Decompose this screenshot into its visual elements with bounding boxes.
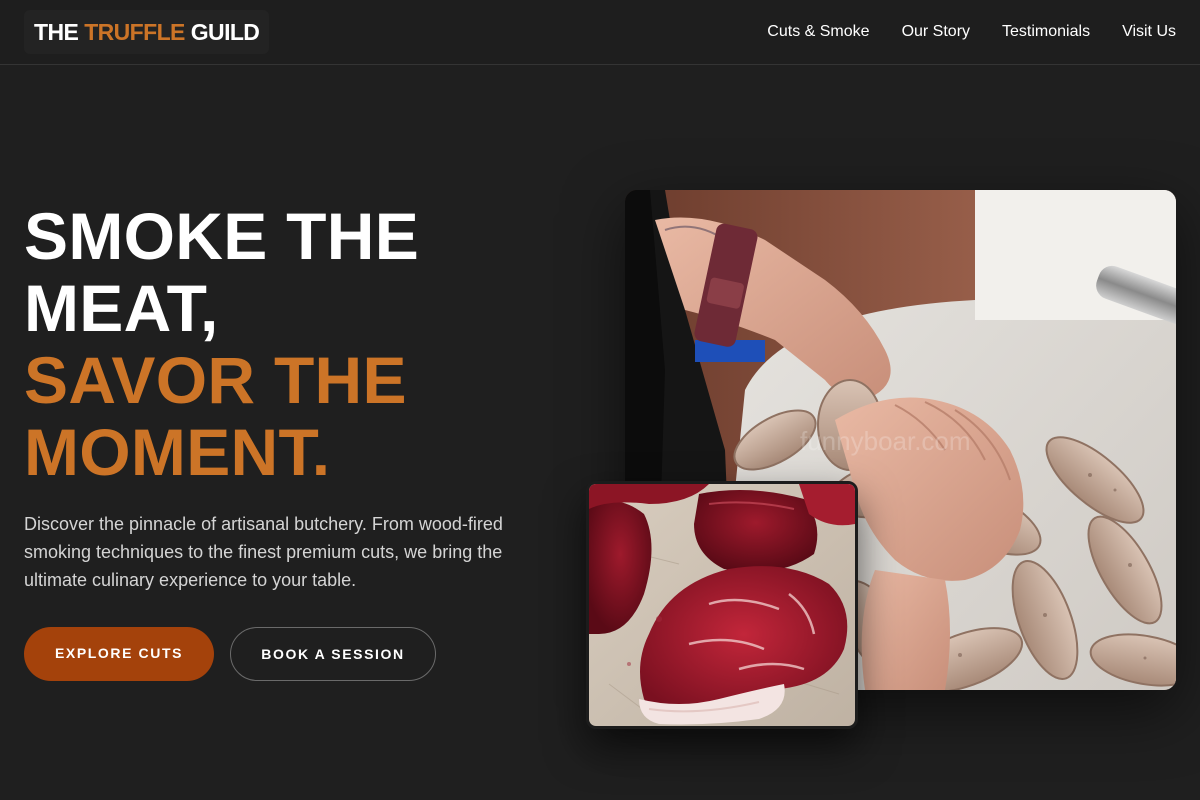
brand-logo[interactable]: THE TRUFFLE GUILD	[24, 10, 270, 54]
book-session-button[interactable]: BOOK A SESSION	[230, 627, 436, 681]
brand-word-guild: GUILD	[190, 18, 260, 45]
brand-word-truffle: TRUFFLE	[84, 18, 185, 45]
nav-link-testimonials[interactable]: Testimonials	[1002, 23, 1090, 41]
hero-description: Discover the pinnacle of artisanal butch…	[24, 514, 503, 590]
raw-beef-cuts-on-board-photo	[586, 481, 858, 729]
hero-title-line-1: SMOKE THE	[24, 199, 420, 273]
photo-watermark-text: funnyboar.com	[800, 426, 971, 456]
hero-title: SMOKE THE MEAT, SAVOR THE MOMENT.	[24, 200, 584, 488]
hero-title-line-2: MEAT,	[24, 271, 219, 345]
explore-cuts-button[interactable]: EXPLORE CUTS	[24, 627, 214, 681]
nav-link-cuts-smoke[interactable]: Cuts & Smoke	[767, 23, 869, 41]
site-header: THE TRUFFLE GUILD Cuts & Smoke Our Story…	[0, 0, 1200, 65]
nav-link-our-story[interactable]: Our Story	[902, 23, 970, 41]
brand-word-the: THE	[34, 18, 79, 45]
hero-title-accent-line-2: MOMENT.	[24, 415, 331, 489]
hero-title-accent-line-1: SAVOR THE	[24, 343, 407, 417]
nav-link-visit-us[interactable]: Visit Us	[1122, 23, 1176, 41]
main-nav: Cuts & Smoke Our Story Testimonials Visi…	[767, 0, 1176, 64]
